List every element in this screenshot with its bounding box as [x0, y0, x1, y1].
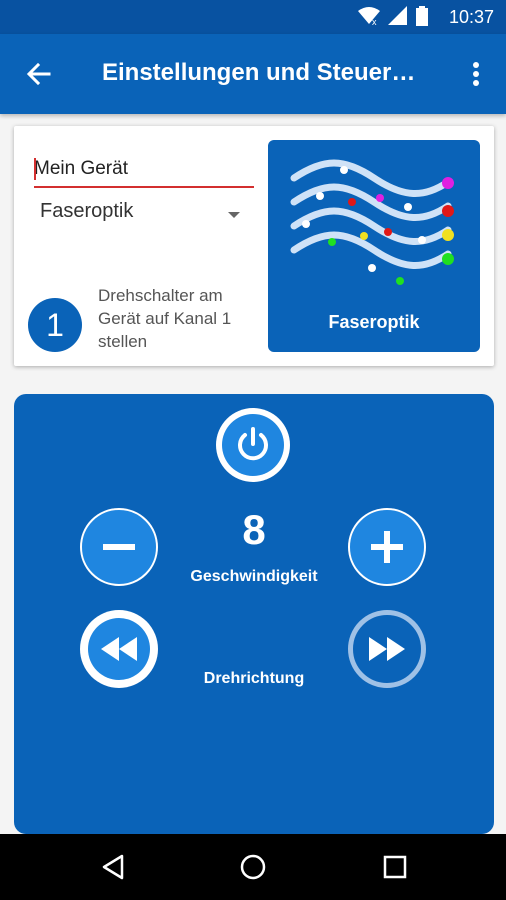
- minus-icon: [103, 544, 135, 550]
- direction-reverse-button[interactable]: [80, 610, 158, 688]
- channel-instruction: Drehschalter am Gerät auf Kanal 1 stelle…: [98, 286, 232, 351]
- fiber-optic-illustration-icon: [290, 159, 454, 285]
- system-nav-bar: [0, 834, 506, 900]
- power-icon: [222, 414, 284, 476]
- status-bar: x 10:37: [0, 0, 506, 34]
- direction-forward-button[interactable]: [348, 610, 426, 688]
- page-title: Einstellungen und Steuer…: [102, 59, 416, 86]
- recents-square-icon[interactable]: [380, 852, 410, 882]
- home-circle-icon[interactable]: [238, 852, 268, 882]
- plus-icon: [371, 531, 403, 563]
- svg-text:x: x: [372, 17, 377, 26]
- control-panel: 8 Geschwindigkeit Drehrichtung: [14, 394, 494, 834]
- speed-increase-button[interactable]: [348, 508, 426, 586]
- dropdown-arrow-icon: [228, 212, 240, 218]
- speed-label: Geschwindigkeit: [190, 568, 318, 585]
- device-type-selected: Faseroptik: [40, 200, 134, 222]
- fiber-tile-label: Faseroptik: [328, 312, 420, 332]
- speed-value: 8: [242, 506, 266, 553]
- device-name-input[interactable]: Mein Gerät: [34, 154, 254, 188]
- channel-number-badge: 1: [28, 298, 82, 352]
- wifi-icon: x: [358, 6, 380, 31]
- back-triangle-icon[interactable]: [98, 852, 128, 882]
- clock: 10:37: [448, 7, 494, 27]
- rewind-icon: [88, 618, 150, 680]
- direction-label: Drehrichtung: [203, 670, 305, 687]
- device-type-select[interactable]: Faseroptik: [40, 200, 240, 232]
- arrow-back-icon[interactable]: [20, 56, 56, 92]
- device-card: Mein Gerät Faseroptik 1 Drehschalter am …: [14, 126, 494, 366]
- fiber-optic-tile[interactable]: Faseroptik: [268, 140, 480, 352]
- device-name-value: Mein Gerät: [34, 158, 128, 179]
- more-vert-icon[interactable]: [464, 56, 488, 92]
- text-cursor: [34, 158, 36, 180]
- signal-icon: [388, 6, 408, 31]
- speed-decrease-button[interactable]: [80, 508, 158, 586]
- app-bar: Einstellungen und Steuer…: [0, 34, 506, 114]
- status-icons: x: [358, 6, 428, 31]
- battery-icon: [416, 6, 428, 31]
- power-button[interactable]: [216, 408, 290, 482]
- fast-forward-icon: [369, 637, 405, 661]
